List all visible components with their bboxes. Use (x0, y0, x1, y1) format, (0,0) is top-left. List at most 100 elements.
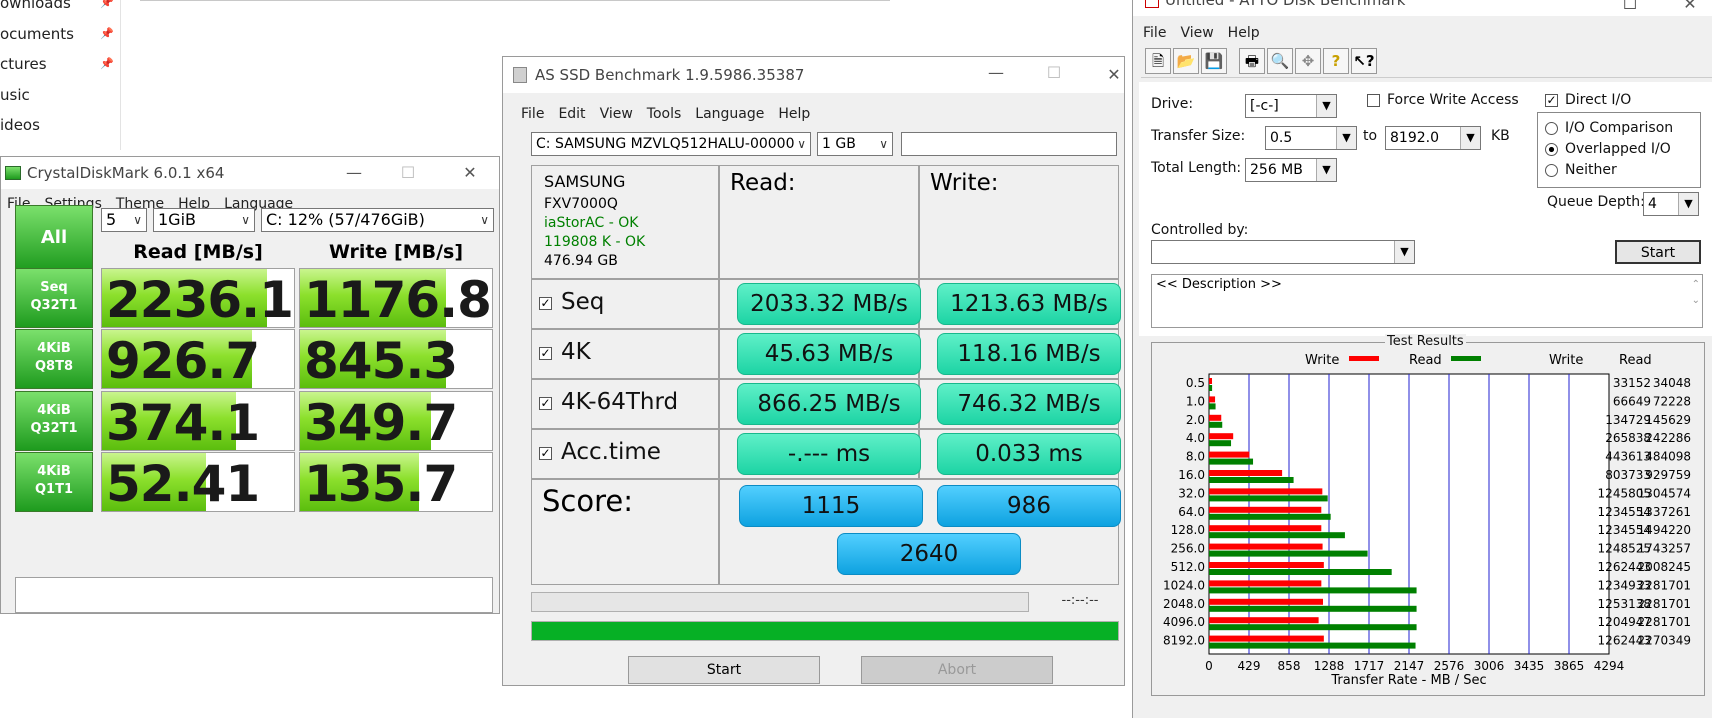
menu-item[interactable]: View (600, 106, 633, 122)
pin-icon: 📌 (100, 26, 114, 40)
menu-item[interactable]: File (1143, 25, 1166, 41)
help-icon[interactable]: ? (1323, 48, 1349, 74)
atto-io-comparison-radio[interactable] (1545, 122, 1558, 135)
atto-description-field[interactable]: << Description >> ⌃ ⌄ (1151, 274, 1703, 328)
asssd-maximize-button[interactable]: ☐ (1031, 57, 1077, 89)
atto-transfer-to-select[interactable]: 8192.0 ▼ (1385, 126, 1481, 150)
asssd-test-checkbox[interactable]: ✓ (539, 347, 552, 360)
atto-total-select[interactable]: 256 MB ▼ (1245, 158, 1337, 182)
cdm-close-button[interactable]: ✕ (447, 157, 493, 189)
atto-transfer-from-select[interactable]: 0.5 ▼ (1265, 126, 1357, 150)
save-icon[interactable]: 💾 (1201, 48, 1227, 74)
menu-item[interactable]: Tools (647, 106, 682, 122)
atto-controlled-select[interactable]: ▼ (1151, 240, 1415, 264)
atto-maximize-button[interactable]: ☐ (1607, 0, 1653, 16)
cdm-read-value: 2236.1 (106, 271, 294, 328)
cdm-size-select[interactable]: 1GiB ∨ (153, 208, 255, 232)
atto-queue-select[interactable]: 4 ▼ (1643, 192, 1699, 216)
asssd-size-select[interactable]: 1 GB ∨ (817, 132, 893, 156)
write-bar (1209, 433, 1234, 440)
atto-overlapped-io-label: Overlapped I/O (1565, 141, 1671, 157)
explorer-divider (120, 0, 121, 150)
open-folder-icon[interactable]: 📂 (1173, 48, 1199, 74)
asssd-test-checkbox[interactable]: ✓ (539, 447, 552, 460)
cdm-test-params: Q32T1 (30, 298, 78, 313)
cdm-test-button[interactable]: 4KiB Q1T1 (15, 452, 93, 512)
quick-access-item[interactable]: ownloads (0, 0, 71, 12)
new-file-icon[interactable]: 🗎 (1145, 48, 1171, 74)
asssd-abort-button[interactable]: Abort (861, 656, 1053, 684)
asssd-drive-select[interactable]: C: SAMSUNG MZVLQ512HALU-00000 ∨ (531, 132, 811, 156)
chevron-down-icon: ∨ (133, 213, 142, 227)
read-bar (1209, 513, 1331, 520)
menu-item[interactable]: Edit (558, 106, 585, 122)
category-label: 128.0 (1171, 523, 1205, 537)
cdm-drive-value: C: 12% (57/476GiB) (266, 210, 425, 229)
quick-access-item[interactable]: ocuments (0, 25, 74, 43)
x-tick-label: 4294 (1594, 659, 1625, 673)
asssd-minimize-button[interactable]: — (973, 57, 1019, 89)
atto-window: Untitled - ATTO Disk Benchmark ☐ ✕ File V… (1132, 0, 1712, 718)
x-tick-label: 3006 (1474, 659, 1505, 673)
atto-close-button[interactable]: ✕ (1667, 0, 1712, 16)
read-bar (1209, 495, 1328, 502)
atto-direct-io-label: Direct I/O (1565, 92, 1632, 108)
scroll-arrows-icon[interactable]: ⌃ ⌄ (1692, 277, 1700, 309)
read-bar (1209, 569, 1392, 575)
atto-start-button[interactable]: Start (1615, 240, 1701, 264)
atto-force-write-label: Force Write Access (1387, 92, 1519, 108)
write-bar (1209, 543, 1323, 550)
atto-force-write-checkbox[interactable] (1367, 94, 1380, 107)
print-icon[interactable]: 🖶 (1239, 48, 1265, 74)
asssd-progress-bar (531, 621, 1119, 641)
asssd-close-button[interactable]: ✕ (1091, 57, 1137, 93)
asssd-read-header: Read: (730, 170, 796, 196)
asssd-time: --:--:-- (1061, 593, 1099, 608)
write-bar (1209, 451, 1250, 458)
print-preview-icon[interactable]: 🔍 (1267, 48, 1293, 74)
cdm-title: CrystalDiskMark 6.0.1 x64 (27, 164, 225, 182)
asssd-test-checkbox[interactable]: ✓ (539, 297, 552, 310)
read-value: 484098 (1645, 450, 1691, 464)
menu-item[interactable]: Help (1228, 25, 1260, 41)
atto-queue-label: Queue Depth: (1547, 194, 1645, 210)
atto-neither-radio[interactable] (1545, 164, 1558, 177)
atto-drive-value: [-c-] (1250, 98, 1279, 114)
read-value: 1304574 (1638, 486, 1691, 500)
asssd-app-icon (513, 67, 527, 83)
asssd-alignment-status: 119808 K - OK (544, 234, 646, 250)
atto-direct-io-checkbox[interactable]: ✓ (1545, 94, 1558, 107)
atto-drive-select[interactable]: [-c-] ▼ (1245, 94, 1337, 118)
cdm-all-button[interactable]: All (15, 205, 93, 271)
quick-access-item[interactable]: usic (0, 86, 30, 104)
cdm-test-params: Q32T1 (30, 421, 78, 436)
menu-item[interactable]: View (1180, 25, 1213, 41)
cdm-comment-field[interactable] (15, 577, 493, 613)
cdm-drive-select[interactable]: C: 12% (57/476GiB) ∨ (261, 208, 494, 232)
asssd-search-field[interactable] (901, 132, 1117, 156)
cdm-write-value: 1176.8 (304, 271, 492, 328)
cdm-size-value: 1GiB (158, 210, 196, 229)
read-value: 1337261 (1638, 505, 1691, 519)
atto-overlapped-io-radio[interactable] (1545, 143, 1558, 156)
asssd-row-label-panel (531, 329, 719, 379)
cdm-test-button[interactable]: 4KiB Q32T1 (15, 391, 93, 451)
cdm-test-button[interactable]: Seq Q32T1 (15, 268, 93, 328)
cdm-app-icon (5, 166, 21, 180)
menu-item[interactable]: Language (695, 106, 764, 122)
cdm-test-button[interactable]: 4KiB Q8T8 (15, 329, 93, 389)
read-value: 929759 (1645, 468, 1691, 482)
cdm-minimize-button[interactable]: — (331, 157, 377, 189)
cdm-maximize-button[interactable]: ☐ (385, 157, 431, 189)
asssd-start-button[interactable]: Start (628, 656, 820, 684)
read-value: 2281701 (1638, 615, 1691, 629)
menu-item[interactable]: File (521, 106, 544, 122)
quick-access-item[interactable]: ideos (0, 116, 40, 134)
asssd-test-checkbox[interactable]: ✓ (539, 397, 552, 410)
atto-app-icon (1145, 0, 1159, 8)
quick-access-item[interactable]: ctures (0, 55, 47, 73)
move-icon[interactable]: ✥ (1295, 48, 1321, 74)
cdm-count-select[interactable]: 5 ∨ (101, 208, 147, 232)
context-help-icon[interactable]: ↖? (1351, 48, 1377, 74)
menu-item[interactable]: Help (778, 106, 810, 122)
